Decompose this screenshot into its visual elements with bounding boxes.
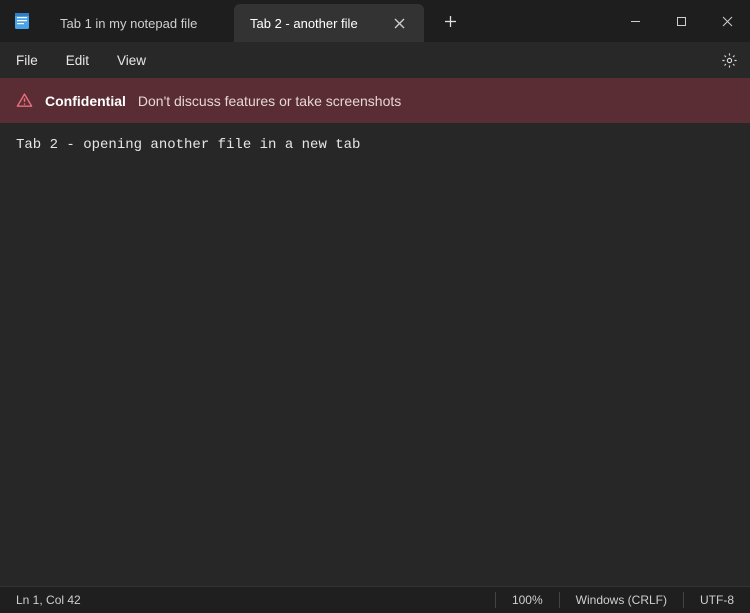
- banner-title: Confidential: [45, 93, 126, 109]
- status-encoding[interactable]: UTF-8: [684, 587, 750, 613]
- tab-label: Tab 1 in my notepad file: [60, 16, 218, 31]
- app-icon: [0, 0, 44, 42]
- status-position[interactable]: Ln 1, Col 42: [0, 587, 97, 613]
- warning-icon: [16, 92, 33, 109]
- close-icon: [722, 16, 733, 27]
- editor-content: Tab 2 - opening another file in a new ta…: [16, 137, 360, 153]
- titlebar: Tab 1 in my notepad file Tab 2 - another…: [0, 0, 750, 42]
- plus-icon: [444, 15, 457, 28]
- menu-file[interactable]: File: [6, 47, 48, 74]
- menubar: File Edit View: [0, 42, 750, 78]
- status-line-endings[interactable]: Windows (CRLF): [560, 587, 683, 613]
- window-controls: [612, 0, 750, 42]
- banner-message: Don't discuss features or take screensho…: [138, 93, 401, 109]
- tab-1[interactable]: Tab 1 in my notepad file: [44, 4, 234, 42]
- new-tab-button[interactable]: [430, 0, 470, 42]
- close-window-button[interactable]: [704, 5, 750, 37]
- titlebar-spacer[interactable]: [470, 0, 612, 42]
- tab-label: Tab 2 - another file: [250, 16, 376, 31]
- status-zoom[interactable]: 100%: [496, 587, 559, 613]
- minimize-button[interactable]: [612, 5, 658, 37]
- gear-icon: [721, 52, 738, 69]
- close-tab-button[interactable]: [390, 14, 408, 32]
- maximize-button[interactable]: [658, 5, 704, 37]
- statusbar: Ln 1, Col 42 100% Windows (CRLF) UTF-8: [0, 586, 750, 613]
- confidential-banner: Confidential Don't discuss features or t…: [0, 78, 750, 123]
- close-icon: [394, 18, 405, 29]
- tab-2[interactable]: Tab 2 - another file: [234, 4, 424, 42]
- editor-area[interactable]: Tab 2 - opening another file in a new ta…: [0, 123, 750, 586]
- tab-strip: Tab 1 in my notepad file Tab 2 - another…: [44, 0, 424, 42]
- menu-edit[interactable]: Edit: [56, 47, 99, 74]
- menu-view[interactable]: View: [107, 47, 156, 74]
- notepad-icon: [13, 12, 31, 30]
- maximize-icon: [676, 16, 687, 27]
- minimize-icon: [630, 16, 641, 27]
- settings-button[interactable]: [714, 45, 744, 75]
